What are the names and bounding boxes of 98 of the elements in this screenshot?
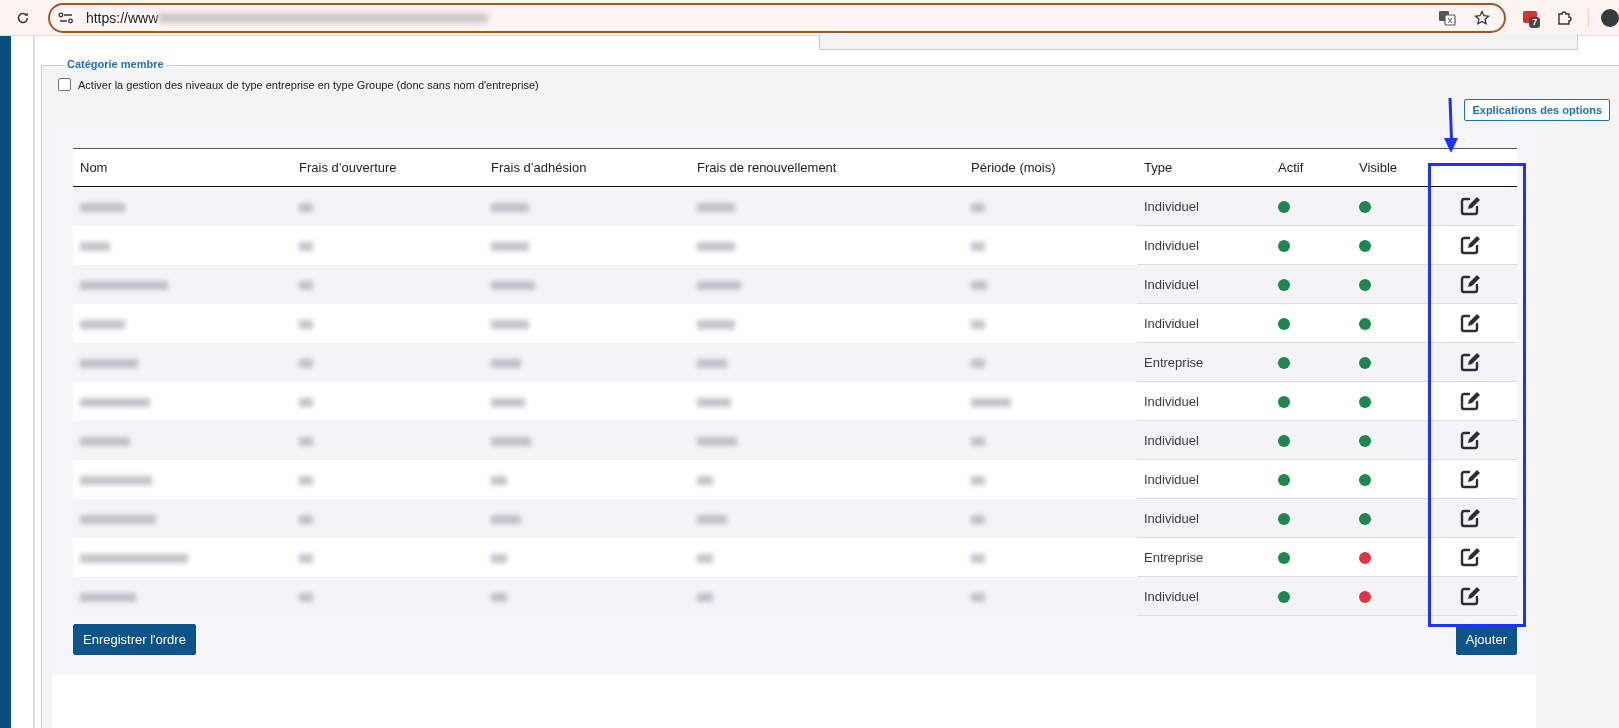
redacted-text xyxy=(971,397,1011,407)
redacted-text xyxy=(971,319,985,329)
redacted-text xyxy=(697,358,727,368)
edit-icon[interactable] xyxy=(1459,546,1481,568)
redacted-text xyxy=(697,397,731,407)
redacted-text xyxy=(491,319,529,329)
annotation-arrow xyxy=(1443,98,1459,154)
redacted-text xyxy=(697,514,727,524)
redacted-text xyxy=(80,397,150,407)
extension-icon[interactable]: 7 xyxy=(1523,9,1540,26)
redacted-text xyxy=(697,553,713,563)
checkbox-label: Activer la gestion des niveaux de type entreprise en type Groupe (donc sans nom d'entreprise) xyxy=(78,78,539,91)
edit-icon[interactable] xyxy=(1459,195,1481,217)
column-header: Type xyxy=(1137,148,1271,187)
table-cell: Individuel xyxy=(1144,198,1199,214)
edit-icon[interactable] xyxy=(1459,351,1481,373)
redacted-text xyxy=(971,358,985,368)
url-text: https://www xyxy=(85,9,159,26)
redacted-text xyxy=(491,514,521,524)
redacted-text xyxy=(971,475,985,485)
redacted-text xyxy=(971,592,985,602)
redacted-text xyxy=(299,592,313,602)
redacted-text xyxy=(491,202,529,212)
table-cell: Individuel xyxy=(1144,315,1199,331)
redacted-text xyxy=(491,358,521,368)
redacted-text xyxy=(80,436,130,446)
redacted-text xyxy=(971,436,985,446)
redacted-text xyxy=(299,475,313,485)
redacted-text xyxy=(80,475,152,485)
redacted-text xyxy=(697,280,741,290)
column-header: Frais de renouvellement xyxy=(690,148,964,187)
redacted-text xyxy=(971,553,985,563)
redacted-text xyxy=(80,358,138,368)
redacted-text xyxy=(971,514,985,524)
redacted-text xyxy=(299,397,313,407)
address-bar[interactable]: https://www xyxy=(47,2,1507,33)
edit-icon[interactable] xyxy=(1459,273,1481,295)
redacted-text xyxy=(299,358,313,368)
redacted-text xyxy=(971,241,985,251)
edit-icon[interactable] xyxy=(1459,234,1481,256)
edit-icon[interactable] xyxy=(1459,507,1481,529)
column-header: Frais d’ouverture xyxy=(292,148,484,187)
puzzle-icon[interactable] xyxy=(1556,9,1573,26)
edit-icon[interactable] xyxy=(1459,312,1481,334)
redacted-text xyxy=(80,592,136,602)
column-header: Actif xyxy=(1271,148,1352,187)
avatar-icon[interactable] xyxy=(1601,8,1619,27)
redacted-text xyxy=(697,319,735,329)
translate-icon[interactable] xyxy=(1438,9,1457,26)
column-header: Frais d’adhésion xyxy=(484,148,690,187)
redacted-text xyxy=(697,436,737,446)
checkbox[interactable] xyxy=(58,78,71,91)
redacted-text xyxy=(697,241,735,251)
redacted-text xyxy=(80,319,125,329)
table-cell: Individuel xyxy=(1144,432,1199,448)
column-header: Période (mois) xyxy=(964,148,1137,187)
redacted-text xyxy=(971,280,987,290)
table-cell: Entreprise xyxy=(1144,549,1204,565)
redacted-text xyxy=(299,202,313,212)
redacted-text xyxy=(697,592,713,602)
redacted-text xyxy=(491,436,531,446)
table-cell: Individuel xyxy=(1144,471,1199,487)
redacted-text xyxy=(80,241,110,251)
column-header: Nom xyxy=(73,148,292,187)
site-info-icon[interactable] xyxy=(57,10,74,25)
save-order-button[interactable]: Enregistrer l'ordre xyxy=(73,624,196,655)
table-cell: Individuel xyxy=(1144,588,1199,604)
redacted-text xyxy=(299,436,313,446)
redacted-text xyxy=(299,319,313,329)
reload-icon[interactable] xyxy=(16,10,30,25)
redacted-text xyxy=(971,202,985,212)
redacted-text xyxy=(491,280,535,290)
table-cell: Entreprise xyxy=(1144,354,1204,370)
table-cell: Individuel xyxy=(1144,393,1199,409)
extension-badge: 7 xyxy=(1529,16,1541,28)
edit-icon[interactable] xyxy=(1459,585,1481,607)
redacted-text xyxy=(299,553,313,563)
fieldset-legend: Catégorie membre xyxy=(65,58,166,70)
table-cell: Individuel xyxy=(1144,237,1199,253)
redacted-text xyxy=(697,202,735,212)
redacted-text xyxy=(491,475,507,485)
table-cell: Individuel xyxy=(1144,276,1199,292)
column-header: Visible xyxy=(1352,148,1423,187)
star-icon[interactable] xyxy=(1474,9,1491,26)
redacted-text xyxy=(299,514,313,524)
edit-icon[interactable] xyxy=(1459,390,1481,412)
edit-icon[interactable] xyxy=(1459,429,1481,451)
redacted-text xyxy=(299,241,313,251)
table-cell: Individuel xyxy=(1144,510,1199,526)
redacted-text xyxy=(80,202,125,212)
redacted-text xyxy=(491,397,525,407)
redacted-text xyxy=(491,592,507,602)
help-button[interactable]: Explications des options xyxy=(1464,99,1610,121)
redacted-text xyxy=(491,241,529,251)
redacted-text xyxy=(299,280,313,290)
redacted-text xyxy=(491,553,507,563)
edit-icon[interactable] xyxy=(1459,468,1481,490)
redacted-text xyxy=(697,475,713,485)
